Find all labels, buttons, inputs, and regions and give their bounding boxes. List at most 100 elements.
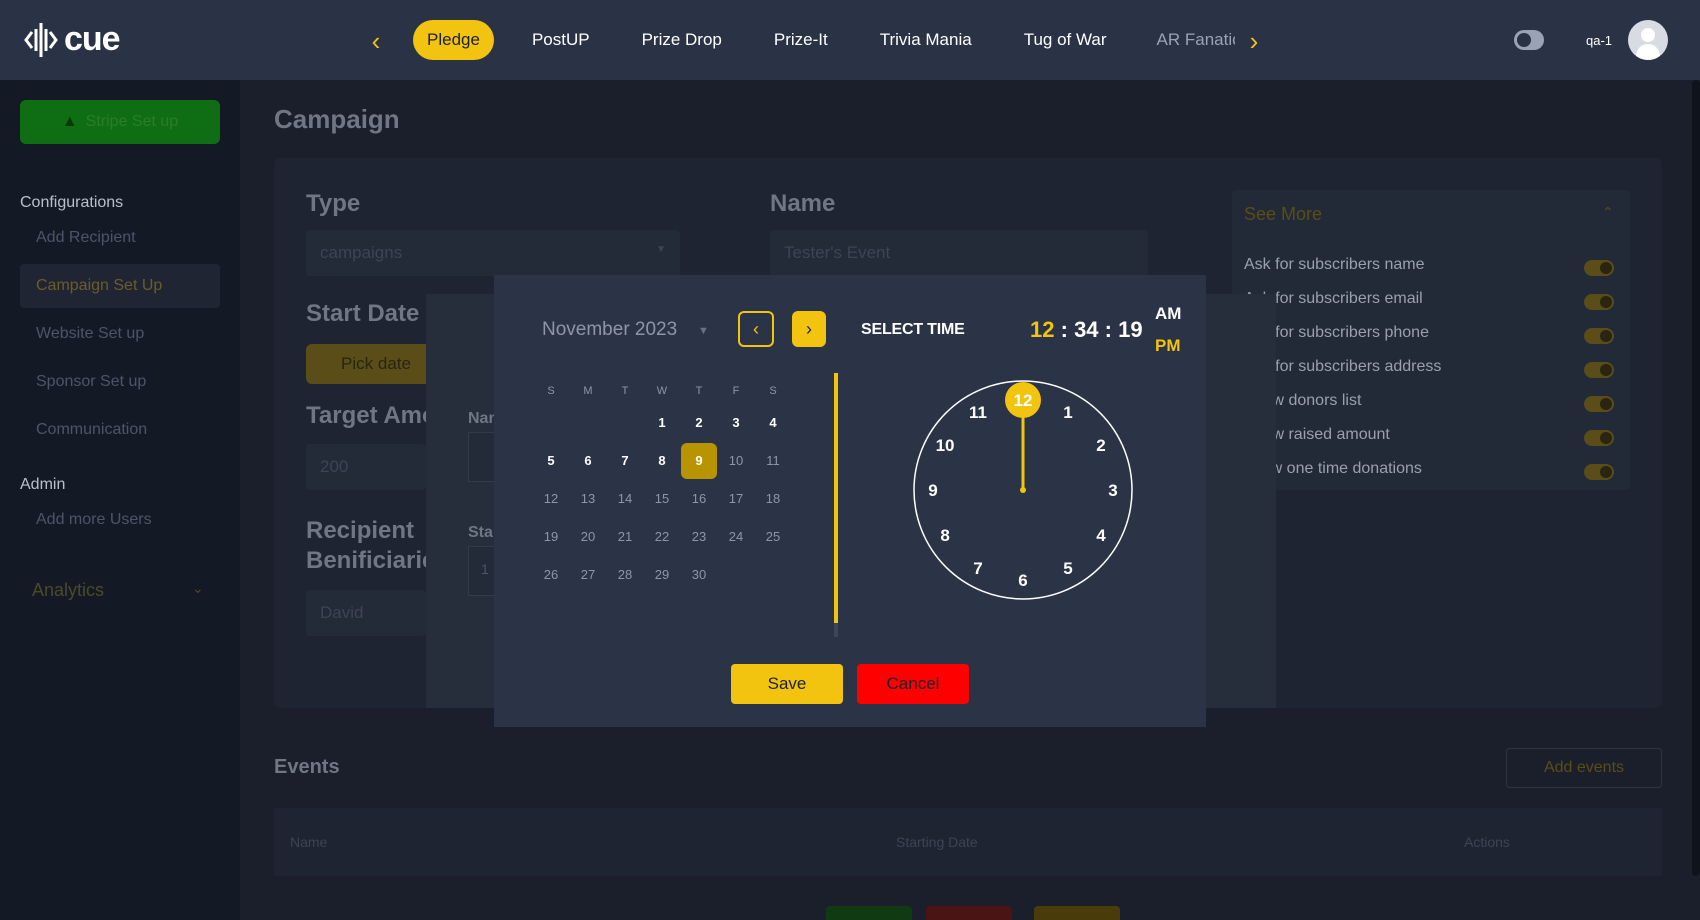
calendar-day[interactable]: 1	[644, 405, 680, 441]
clock-hour-1[interactable]: 1	[1063, 403, 1072, 422]
tab-trivia-mania[interactable]: Trivia Mania	[880, 30, 972, 50]
calendar-day[interactable]: 24	[718, 519, 754, 555]
clock-hour-11[interactable]: 11	[969, 403, 987, 422]
time-minutes[interactable]: 34	[1074, 317, 1098, 342]
calendar-day[interactable]: 25	[755, 519, 791, 555]
calendar-day[interactable]: 2	[681, 405, 717, 441]
calendar-day[interactable]: 12	[533, 481, 569, 517]
calendar-day[interactable]: 7	[607, 443, 643, 479]
calendar-day[interactable]: 11	[755, 443, 791, 479]
sidebar-item-website-setup[interactable]: Website Set up	[20, 312, 220, 356]
analog-clock-face[interactable]: 121234567891011	[912, 379, 1134, 601]
calendar-day[interactable]: 18	[755, 481, 791, 517]
tabs-next-chevron-icon[interactable]: ›	[1242, 26, 1266, 57]
calendar-day[interactable]: 17	[718, 481, 754, 517]
avatar[interactable]	[1628, 20, 1668, 60]
bottom-green-button[interactable]	[826, 906, 912, 920]
toggle-switch[interactable]	[1584, 430, 1614, 446]
calendar-day[interactable]: 8	[644, 443, 680, 479]
sidebar-item-sponsor-setup[interactable]: Sponsor Set up	[20, 360, 220, 404]
calendar-day[interactable]: 28	[607, 557, 643, 593]
calendar-day-selected[interactable]: 9	[681, 443, 717, 479]
theme-toggle[interactable]	[1514, 30, 1544, 50]
calendar-day[interactable]: 22	[644, 519, 680, 555]
calendar-day[interactable]: 26	[533, 557, 569, 593]
select-time-label: SELECT TIME	[861, 321, 965, 338]
see-more-title[interactable]: See More	[1244, 204, 1322, 225]
clock-hour-8[interactable]: 8	[940, 526, 949, 545]
toggle-switch[interactable]	[1584, 260, 1614, 276]
name-input[interactable]: Tester's Event	[770, 230, 1148, 276]
tabs-prev-chevron-icon[interactable]: ‹	[364, 26, 388, 57]
calendar-day[interactable]: 5	[533, 443, 569, 479]
sidebar-item-add-users[interactable]: Add more Users	[20, 498, 220, 542]
clock-hour-2[interactable]: 2	[1096, 436, 1105, 455]
calendar-day[interactable]: 16	[681, 481, 717, 517]
clock-hour-3[interactable]: 3	[1108, 481, 1117, 500]
tab-tug-of-war[interactable]: Tug of War	[1024, 30, 1107, 50]
calendar-day[interactable]: 3	[718, 405, 754, 441]
calendar-day[interactable]: 4	[755, 405, 791, 441]
events-table-header: Name Starting Date Actions	[274, 808, 1662, 876]
bottom-red-button[interactable]	[926, 906, 1012, 920]
calendar-day[interactable]: 21	[607, 519, 643, 555]
prev-month-button[interactable]: ‹	[738, 311, 774, 347]
cancel-button[interactable]: Cancel	[857, 664, 969, 704]
sidebar-item-analytics[interactable]: Analytics	[32, 580, 104, 601]
tab-prize-it[interactable]: Prize-It	[774, 30, 828, 50]
calendar-day[interactable]: 23	[681, 519, 717, 555]
sidebar-item-campaign-setup[interactable]: Campaign Set Up	[20, 264, 220, 308]
save-button[interactable]: Save	[731, 664, 843, 704]
add-events-button[interactable]: Add events	[1506, 748, 1662, 788]
target-amount-input[interactable]: 200	[306, 444, 426, 490]
tab-pledge[interactable]: Pledge	[413, 20, 494, 60]
calendar-day[interactable]: 27	[570, 557, 606, 593]
chevron-up-icon[interactable]: ⌃	[1602, 204, 1614, 221]
pm-toggle[interactable]: PM	[1155, 336, 1181, 356]
weekday-header: T	[621, 385, 629, 397]
recipient-input[interactable]: David	[306, 590, 426, 636]
calendar-day[interactable]: 30	[681, 557, 717, 593]
next-month-button[interactable]: ›	[792, 311, 826, 347]
toggle-switch[interactable]	[1584, 396, 1614, 412]
page-scrollbar[interactable]	[1692, 80, 1700, 876]
clock-hour-5[interactable]: 5	[1063, 559, 1072, 578]
am-toggle[interactable]: AM	[1155, 304, 1181, 324]
calendar-day[interactable]: 13	[570, 481, 606, 517]
toggle-switch[interactable]	[1584, 362, 1614, 378]
clock-hour-12[interactable]: 12	[1014, 391, 1033, 410]
pick-date-button[interactable]: Pick date	[306, 344, 446, 384]
warning-icon: ▲	[61, 113, 78, 130]
time-seconds[interactable]: 19	[1118, 317, 1142, 342]
calendar-day[interactable]: 29	[644, 557, 680, 593]
calendar-day[interactable]: 6	[570, 443, 606, 479]
stripe-setup-button[interactable]: ▲ Stripe Set up	[20, 100, 220, 144]
calendar-day[interactable]: 15	[644, 481, 680, 517]
clock-hour-10[interactable]: 10	[936, 436, 955, 455]
toggle-switch[interactable]	[1584, 328, 1614, 344]
toggle-switch[interactable]	[1584, 294, 1614, 310]
calendar-day[interactable]: 20	[570, 519, 606, 555]
calendar-day[interactable]: 14	[607, 481, 643, 517]
chevron-down-icon[interactable]: ⌄	[192, 580, 204, 597]
toggle-switch[interactable]	[1584, 464, 1614, 480]
time-hours[interactable]: 12	[1030, 317, 1054, 342]
clock-hour-6[interactable]: 6	[1018, 571, 1027, 590]
tab-postup[interactable]: PostUP	[532, 30, 590, 50]
sidebar-item-communication[interactable]: Communication	[20, 408, 220, 452]
calendar-day[interactable]: 19	[533, 519, 569, 555]
clock-hour-4[interactable]: 4	[1096, 526, 1106, 545]
calendar-day[interactable]: 10	[718, 443, 754, 479]
clock-hour-7[interactable]: 7	[973, 559, 982, 578]
caret-down-icon[interactable]: ▼	[698, 325, 709, 337]
bottom-yellow-button[interactable]	[1034, 906, 1120, 920]
tab-ar-fanatic[interactable]: AR Fanatic	[1157, 30, 1235, 50]
logo[interactable]: cue	[24, 20, 121, 59]
weekday-header: S	[769, 385, 777, 397]
sidebar-item-add-recipient[interactable]: Add Recipient	[20, 216, 220, 260]
sidebar: ▲ Stripe Set up Configurations Add Recip…	[0, 80, 240, 920]
type-select[interactable]: campaigns ▼	[306, 230, 680, 276]
month-year-label[interactable]: November 2023	[542, 319, 677, 341]
tab-prize-drop[interactable]: Prize Drop	[642, 30, 722, 50]
clock-hour-9[interactable]: 9	[928, 481, 937, 500]
